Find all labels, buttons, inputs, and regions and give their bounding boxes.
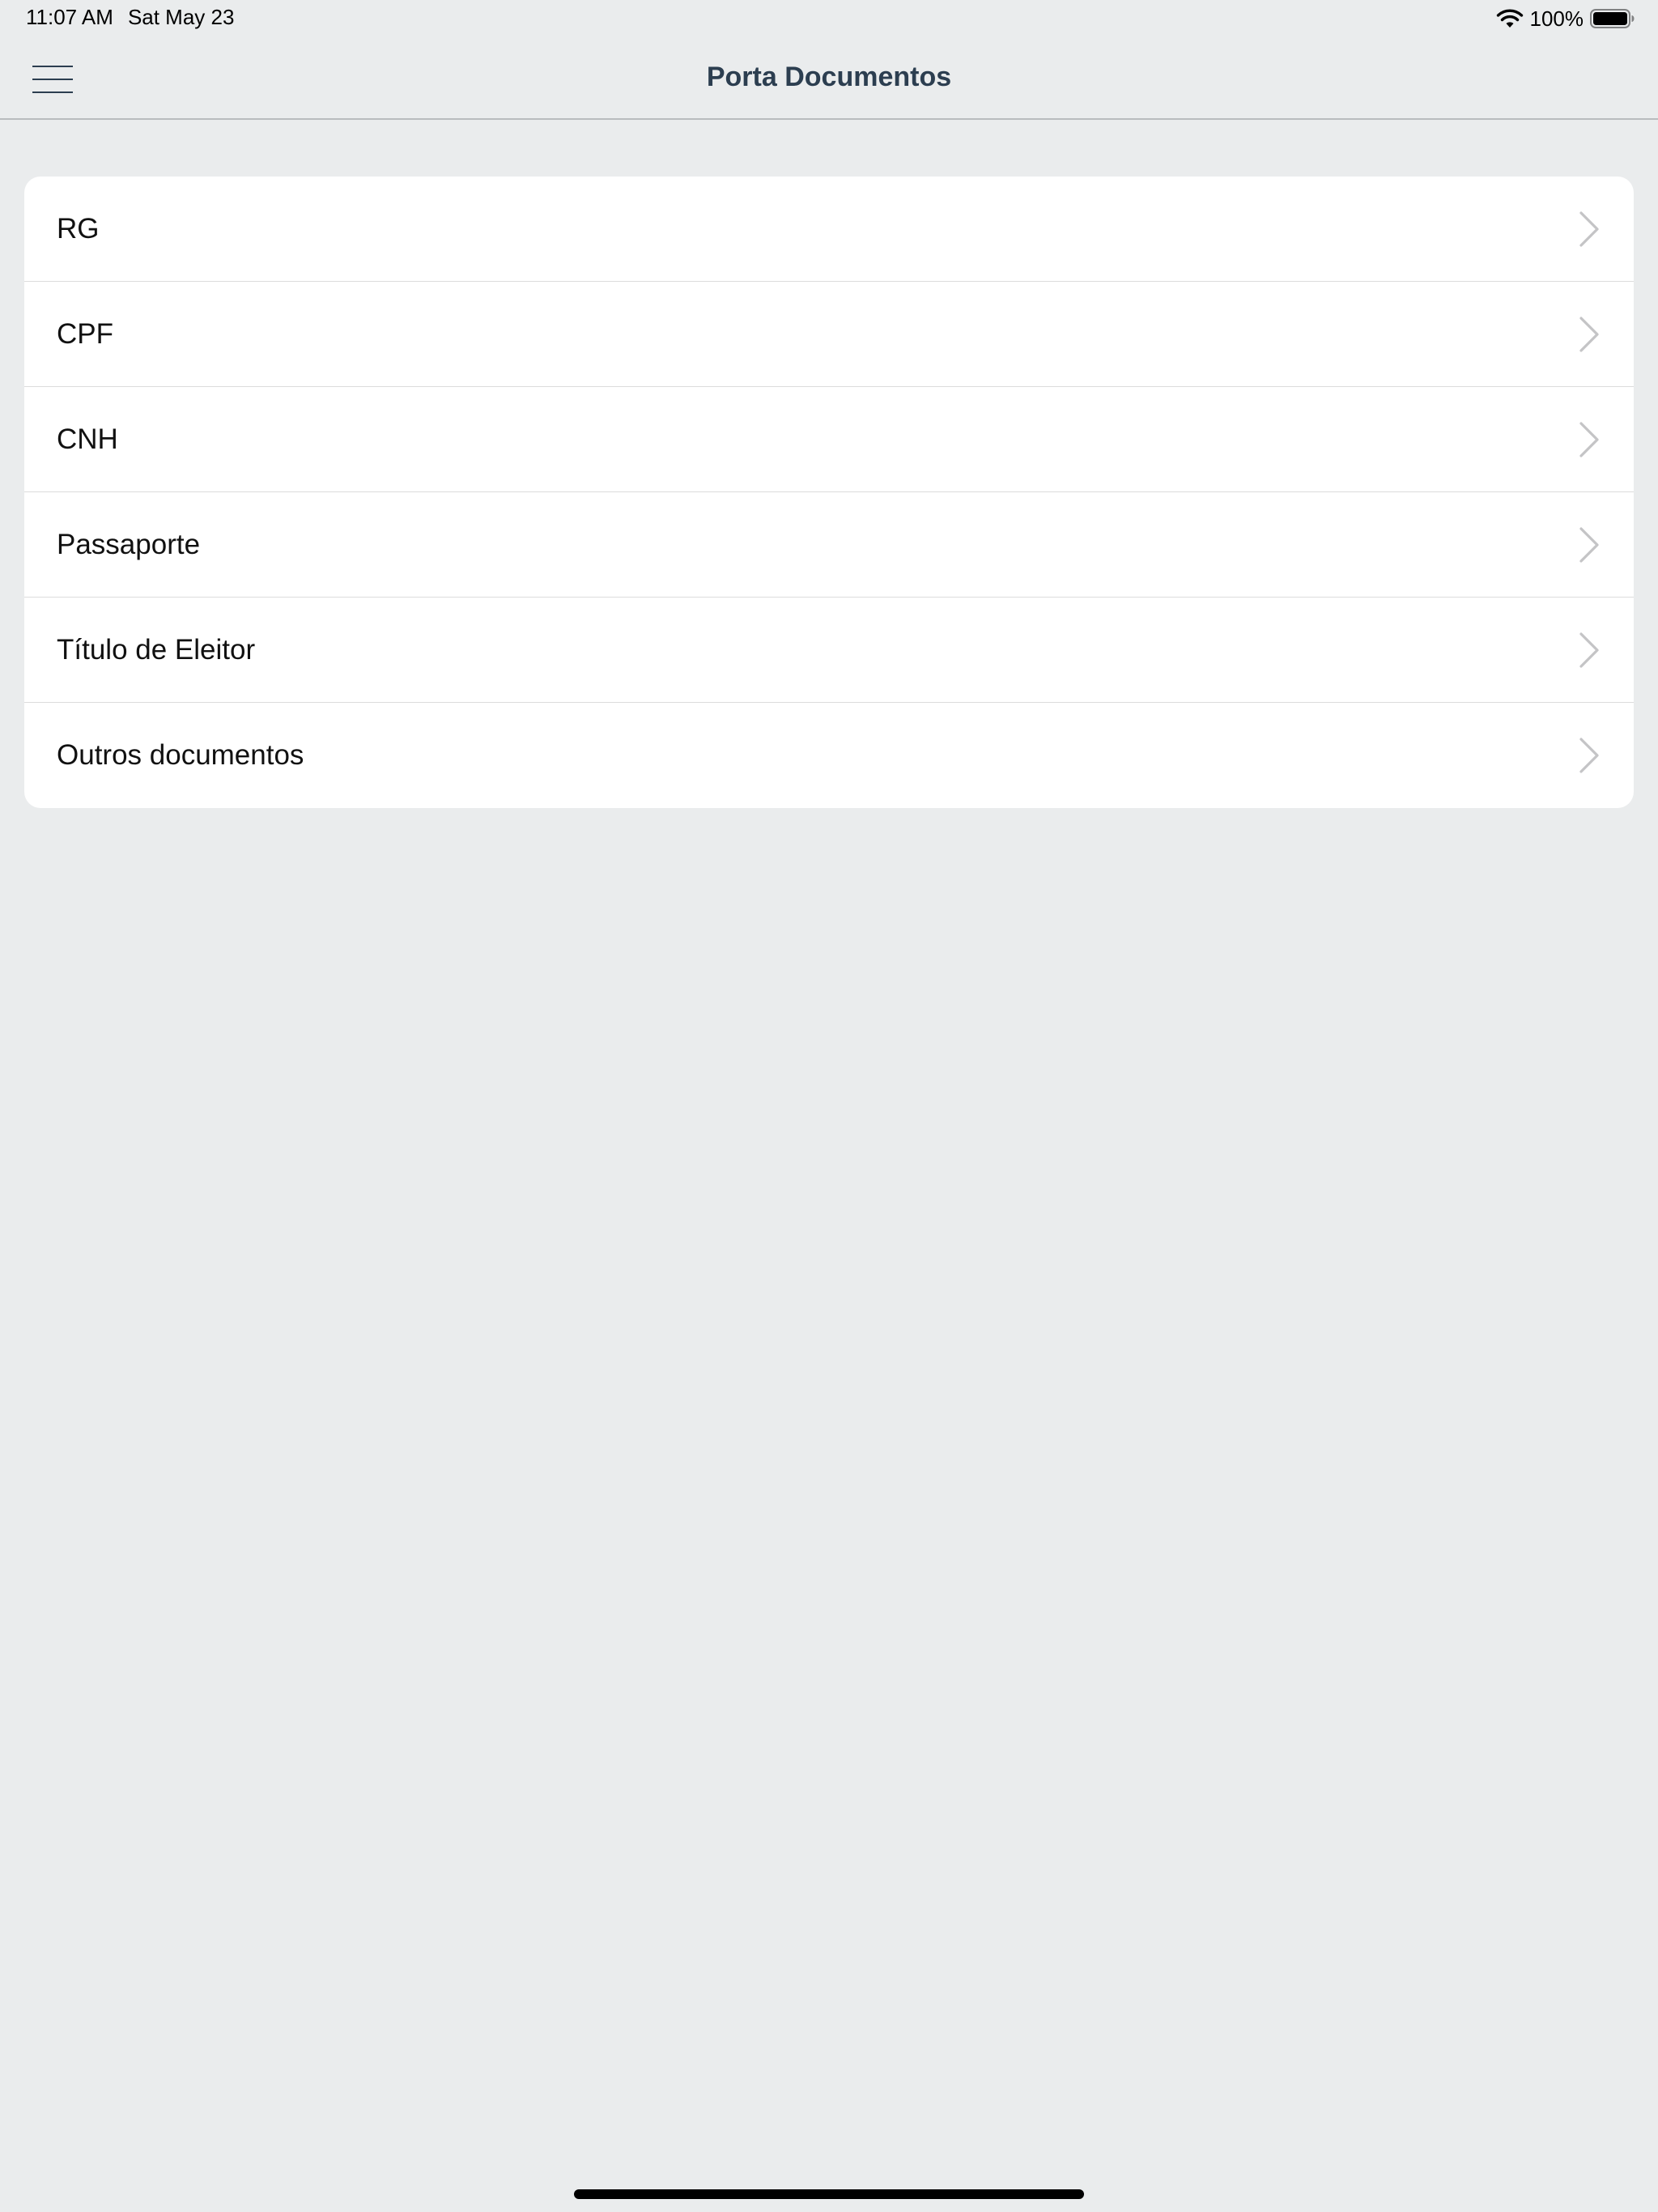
status-indicators: 100% (1496, 5, 1636, 32)
list-item-label: Outros documentos (57, 739, 304, 771)
status-time: 11:07 AM (26, 5, 113, 29)
list-item-cpf[interactable]: CPF (24, 282, 1634, 387)
list-item-label: CPF (57, 318, 113, 350)
chevron-right-icon (1579, 738, 1599, 773)
status-date: Sat May 23 (127, 5, 235, 29)
chevron-right-icon (1579, 632, 1599, 668)
battery-icon (1590, 9, 1635, 28)
list-item-label: RG (57, 213, 100, 245)
battery-percentage: 100% (1529, 6, 1584, 31)
list-item-outros-documentos[interactable]: Outros documentos (24, 703, 1634, 808)
chevron-right-icon (1579, 211, 1599, 247)
navigation-bar: Porta Documentos (0, 39, 1658, 120)
list-item-cnh[interactable]: CNH (24, 387, 1634, 492)
chevron-right-icon (1579, 527, 1599, 563)
page-title: Porta Documentos (706, 62, 952, 92)
chevron-right-icon (1579, 422, 1599, 457)
chevron-right-icon (1579, 317, 1599, 352)
list-item-passaporte[interactable]: Passaporte (24, 492, 1634, 598)
list-item-rg[interactable]: RG (24, 177, 1634, 282)
status-time-date: 11:07 AM Sat May 23 (26, 5, 234, 30)
list-item-titulo-de-eleitor[interactable]: Título de Eleitor (24, 598, 1634, 703)
list-item-label: Título de Eleitor (57, 634, 256, 666)
list-item-label: CNH (57, 423, 118, 455)
home-indicator[interactable] (574, 2189, 1084, 2199)
status-bar: 11:07 AM Sat May 23 100% (0, 0, 1658, 39)
documents-list: RG CPF CNH Passaporte Título de Eleitor … (24, 177, 1634, 808)
wifi-icon (1496, 9, 1523, 28)
list-item-label: Passaporte (57, 529, 201, 560)
